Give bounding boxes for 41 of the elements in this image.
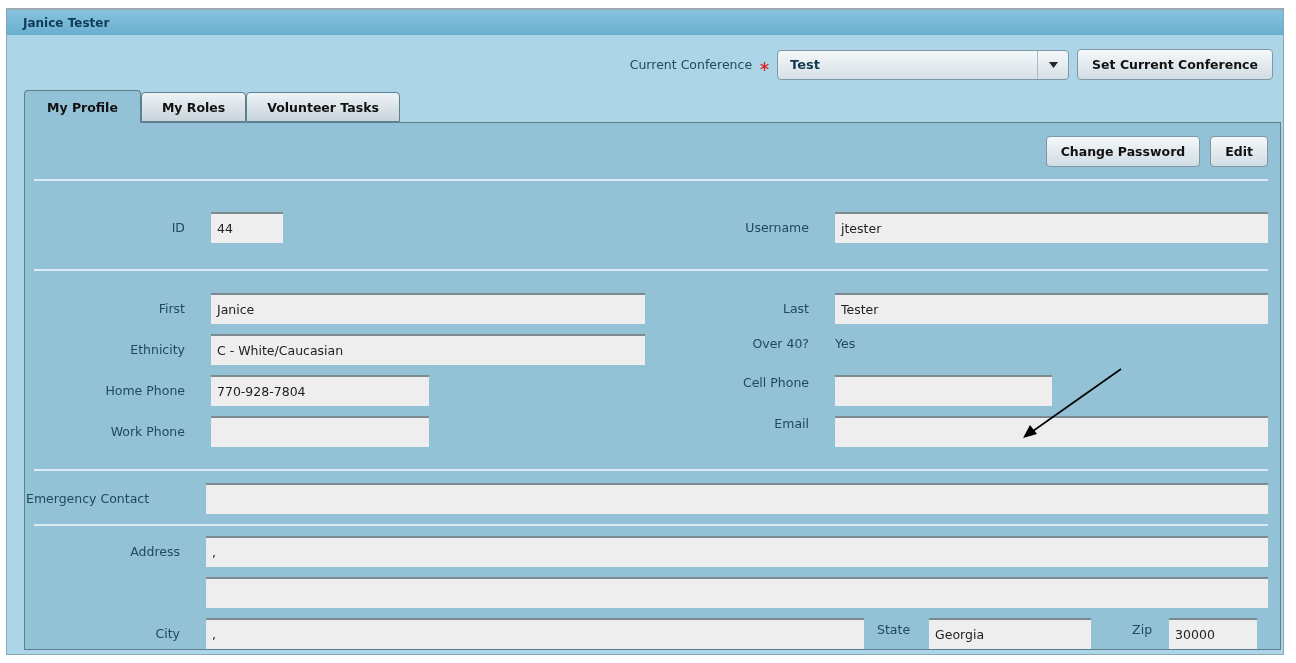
over-40-value: Yes: [835, 335, 857, 351]
last-name-field[interactable]: Tester: [835, 293, 1268, 324]
field-label: City: [154, 626, 181, 641]
field-label: Username: [744, 220, 810, 235]
conference-label: Current Conference: [629, 57, 753, 72]
edit-button[interactable]: Edit: [1210, 136, 1268, 167]
field-label: Home Phone: [104, 383, 186, 398]
tab[interactable]: My Roles: [140, 92, 247, 122]
caret-icon: [1048, 61, 1058, 68]
field-label: Address: [129, 544, 181, 559]
emergency-contact-field[interactable]: [206, 483, 1268, 514]
field-label: Email: [773, 416, 810, 431]
id-field[interactable]: 44: [211, 212, 283, 243]
set-conference-button[interactable]: Set Current Conference: [1077, 49, 1273, 80]
field-label: Ethnicity: [129, 342, 186, 357]
field-label: State: [877, 622, 911, 637]
cell-phone-field[interactable]: [835, 375, 1052, 406]
username-field[interactable]: jtester: [835, 212, 1268, 243]
field-label: ID: [170, 220, 186, 235]
city-field[interactable]: ,: [206, 618, 864, 649]
state-field[interactable]: Georgia: [929, 618, 1092, 649]
ethnicity-field[interactable]: C - White/Caucasian: [211, 334, 645, 365]
field-label: Zip: [1132, 622, 1153, 637]
window-title: Janice Tester: [23, 15, 110, 30]
field-label: Cell Phone: [741, 375, 810, 390]
address-field[interactable]: [206, 577, 1268, 608]
field-label: Over 40?: [751, 335, 810, 351]
address-field[interactable]: ,: [206, 536, 1268, 567]
email-field[interactable]: [835, 416, 1268, 447]
home-phone-field[interactable]: 770-928-7804: [211, 375, 429, 406]
field-label: Last: [781, 301, 810, 316]
field-label: First: [157, 301, 186, 316]
conference-select[interactable]: Test: [777, 49, 1070, 80]
field-label: Work Phone: [109, 424, 186, 439]
zip-field[interactable]: 30000: [1169, 618, 1258, 649]
change-password-button[interactable]: Change Password: [1045, 136, 1201, 167]
first-name-field[interactable]: Janice: [211, 293, 645, 324]
work-phone-field[interactable]: [211, 416, 429, 447]
tab[interactable]: My Profile: [24, 90, 141, 123]
field-label: Emergency Contact: [26, 491, 151, 506]
tab[interactable]: Volunteer Tasks: [246, 92, 400, 122]
